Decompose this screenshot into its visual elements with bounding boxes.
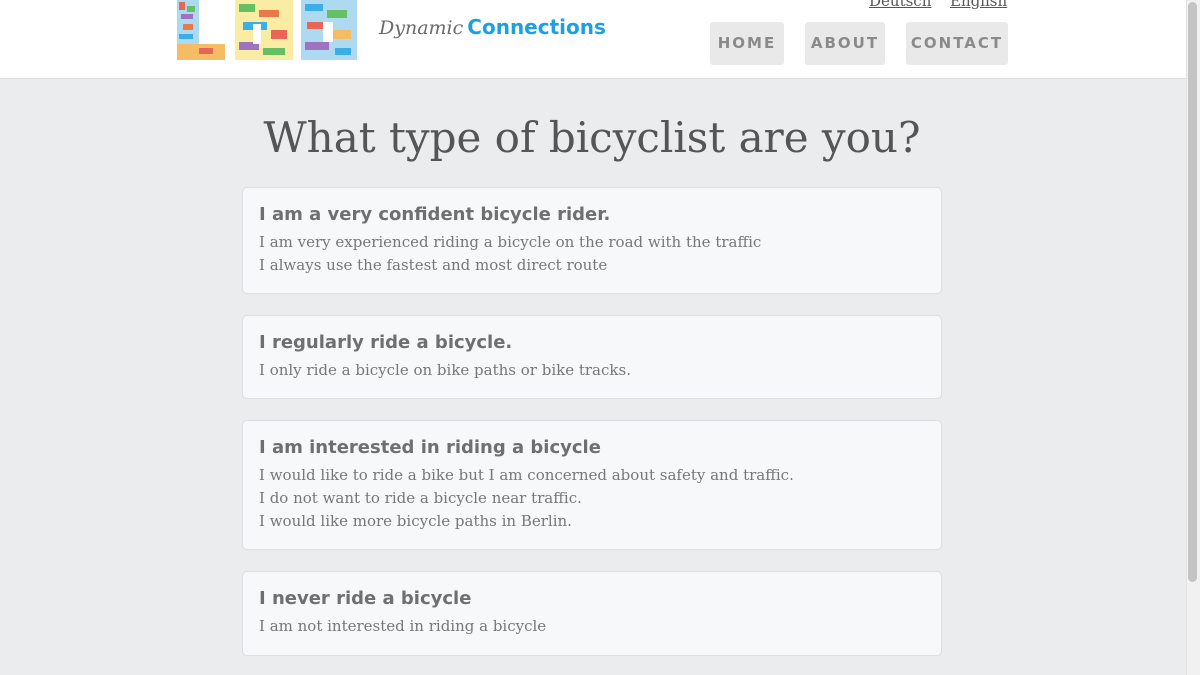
tagline-connections: Connections — [467, 15, 606, 39]
option-never-ride[interactable]: I never ride a bicycle I am not interest… — [242, 571, 942, 656]
nav-home-button[interactable]: HOME — [710, 22, 784, 65]
logo-mosaic-icon — [177, 0, 357, 60]
site-tagline: Dynamic Connections — [379, 13, 606, 42]
option-title: I am a very confident bicycle rider. — [259, 204, 611, 225]
tagline-dynamic: Dynamic — [379, 17, 464, 39]
option-description-line: I would like more bicycle paths in Berli… — [259, 512, 572, 530]
option-title: I regularly ride a bicycle. — [259, 332, 513, 353]
nav-about-button[interactable]: ABOUT — [805, 22, 885, 65]
option-description-line: I would like to ride a bike but I am con… — [259, 466, 794, 484]
language-link-english[interactable]: English — [950, 0, 1007, 10]
scrollbar-thumb[interactable] — [1188, 2, 1197, 582]
option-description-line: I am not interested in riding a bicycle — [259, 617, 547, 635]
option-regular-rider[interactable]: I regularly ride a bicycle. I only ride … — [242, 315, 942, 399]
option-title: I never ride a bicycle — [259, 588, 472, 609]
site-logo[interactable] — [177, 0, 357, 60]
option-description-line: I do not want to ride a bicycle near tra… — [259, 489, 582, 507]
nav-contact-button[interactable]: CONTACT — [906, 22, 1008, 65]
page-title: What type of bicyclist are you? — [263, 113, 921, 162]
option-interested[interactable]: I am interested in riding a bicycle I wo… — [242, 420, 942, 550]
option-description-line: I only ride a bicycle on bike paths or b… — [259, 361, 631, 379]
site-header: Dynamic Connections Deutsch English HOME … — [0, 0, 1186, 79]
option-title: I am interested in riding a bicycle — [259, 437, 601, 458]
option-very-confident[interactable]: I am a very confident bicycle rider. I a… — [242, 187, 942, 294]
option-description-line: I am very experienced riding a bicycle o… — [259, 233, 762, 251]
language-link-deutsch[interactable]: Deutsch — [869, 0, 931, 10]
option-description-line: I always use the fastest and most direct… — [259, 256, 608, 274]
